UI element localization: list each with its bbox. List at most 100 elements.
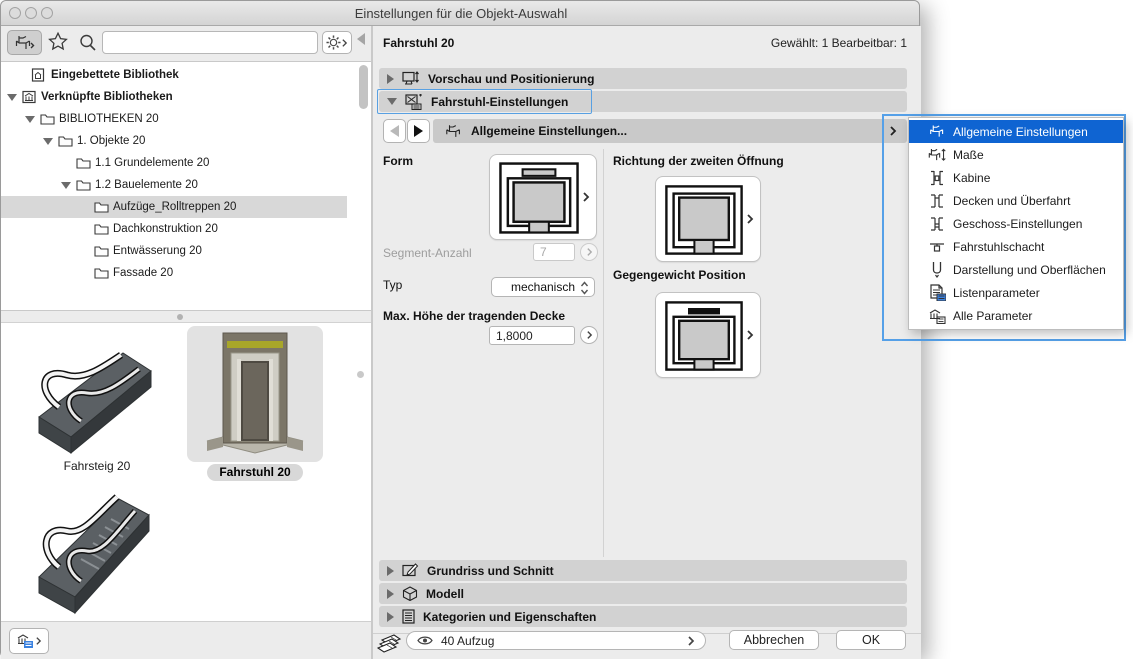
search-button[interactable] bbox=[78, 33, 98, 58]
chevron-right-icon bbox=[746, 329, 754, 341]
tree-scrollbar-thumb[interactable] bbox=[359, 65, 368, 109]
tree-item-dachkonstruktion-20[interactable]: Dachkonstruktion 20 bbox=[1, 218, 347, 240]
shaft-icon bbox=[927, 240, 947, 254]
menu-item-darstellung-oberflaechen[interactable]: Darstellung und Oberflächen bbox=[909, 258, 1123, 281]
chevron-right-icon bbox=[889, 125, 897, 137]
preview-positioning-icon bbox=[402, 71, 420, 86]
search-icon bbox=[78, 33, 98, 53]
tab-pages-menu: Allgemeine Einstellungen Maße Kabine Dec… bbox=[908, 117, 1124, 330]
fahrsteig-preview-image bbox=[19, 329, 175, 459]
fahrstuhl-preview-image bbox=[199, 329, 311, 459]
selection-status: Gewählt: 1 Bearbeitbar: 1 bbox=[771, 36, 907, 50]
segment-count-expand-button[interactable] bbox=[580, 243, 598, 261]
section-modell[interactable]: Modell bbox=[379, 583, 907, 604]
segment-count-field[interactable]: 7 bbox=[533, 243, 575, 261]
cancel-button[interactable]: Abbrechen bbox=[729, 630, 819, 650]
elevator-plan-icon bbox=[664, 183, 744, 257]
selected-object-name: Fahrstuhl 20 bbox=[383, 36, 454, 50]
folder-icon bbox=[94, 200, 109, 213]
folder-icon bbox=[76, 156, 91, 169]
max-hoehe-field[interactable]: 1,8000 bbox=[489, 326, 575, 345]
tree-item-aufzuege-rolltreppen-20[interactable]: Aufzüge_Rolltreppen 20 bbox=[1, 196, 347, 218]
section-vorschau-positionierung[interactable]: Vorschau und Positionierung bbox=[379, 68, 907, 89]
settings-panel: Fahrstuhl 20 Gewählt: 1 Bearbeitbar: 1 V… bbox=[373, 26, 921, 659]
titlebar[interactable]: Einstellungen für die Objekt-Auswahl bbox=[1, 1, 919, 26]
dropdown-stepper-icon bbox=[580, 281, 589, 298]
search-input[interactable] bbox=[102, 31, 318, 54]
layer-dropdown[interactable]: 40 Aufzug bbox=[406, 631, 706, 650]
counterweight-position-label: Gegengewicht Position bbox=[613, 268, 746, 282]
second-opening-label: Richtung der zweiten Öffnung bbox=[613, 154, 784, 168]
object-thumbnail-list: Fahrsteig 20 Fahrstuhl 20 bbox=[1, 323, 371, 646]
form-shape-picker[interactable] bbox=[489, 154, 597, 240]
disclosure-closed-icon bbox=[387, 612, 394, 622]
menu-item-allgemeine-einstellungen[interactable]: Allgemeine Einstellungen bbox=[909, 120, 1123, 143]
tree-item-bibliotheken-20[interactable]: BIBLIOTHEKEN 20 bbox=[1, 108, 347, 130]
elevator-plan-icon bbox=[498, 161, 580, 235]
disclosure-open-icon[interactable] bbox=[7, 94, 17, 101]
library-tree: Eingebettete Bibliothek Verknüpfte Bibli… bbox=[1, 61, 371, 311]
chevron-right-icon bbox=[582, 191, 590, 203]
counterweight-position-picker[interactable] bbox=[655, 292, 761, 378]
eye-icon bbox=[417, 635, 433, 646]
favorites-button[interactable] bbox=[47, 31, 69, 58]
type-dropdown[interactable]: mechanisch bbox=[491, 277, 595, 297]
menu-item-geschoss-einstellungen[interactable]: Geschoss-Einstellungen bbox=[909, 212, 1123, 235]
disclosure-closed-icon bbox=[387, 589, 394, 599]
disclosure-closed-icon bbox=[387, 566, 394, 576]
story-settings-icon bbox=[927, 216, 947, 232]
slab-headroom-icon bbox=[927, 193, 947, 209]
object-view-mode-button[interactable] bbox=[7, 30, 42, 55]
disclosure-open-icon[interactable] bbox=[43, 138, 53, 145]
tree-item-bauelemente-20[interactable]: 1.2 Bauelemente 20 bbox=[1, 174, 347, 196]
chevron-right-icon bbox=[746, 213, 754, 225]
form-label: Form bbox=[383, 154, 413, 168]
thumbnail-label-selected: Fahrstuhl 20 bbox=[207, 464, 303, 481]
model-cube-icon bbox=[402, 586, 418, 601]
collapse-panel-icon[interactable] bbox=[357, 33, 365, 45]
chevron-right-icon bbox=[586, 247, 593, 257]
display-surfaces-icon bbox=[927, 261, 947, 278]
tab-back-button[interactable] bbox=[383, 119, 406, 143]
tab-page-current-label: Allgemeine Einstellungen... bbox=[471, 124, 627, 138]
tab-page-selector[interactable]: Allgemeine Einstellungen... bbox=[433, 119, 907, 143]
segment-count-label: Segment-Anzahl bbox=[383, 246, 472, 260]
library-footer-bar bbox=[1, 621, 371, 659]
section-kategorien-eigenschaften[interactable]: Kategorien und Eigenschaften bbox=[379, 606, 907, 627]
tree-item-linked-libraries[interactable]: Verknüpfte Bibliotheken bbox=[1, 86, 347, 108]
tree-item-grundelemente-20[interactable]: 1.1 Grundelemente 20 bbox=[1, 152, 347, 174]
panel-splitter[interactable] bbox=[1, 311, 371, 323]
tree-item-entwaesserung-20[interactable]: Entwässerung 20 bbox=[1, 240, 347, 262]
tree-item-objekte-20[interactable]: 1. Objekte 20 bbox=[1, 130, 347, 152]
disclosure-open-icon[interactable] bbox=[25, 116, 35, 123]
menu-item-listenparameter[interactable]: Listenparameter bbox=[909, 281, 1123, 304]
dimensions-icon bbox=[927, 147, 947, 163]
gear-icon bbox=[326, 35, 341, 50]
tab-forward-button[interactable] bbox=[407, 119, 430, 143]
folder-icon bbox=[76, 178, 91, 191]
second-opening-picker[interactable] bbox=[655, 176, 761, 262]
back-arrow-icon bbox=[390, 125, 399, 137]
type-label: Typ bbox=[383, 278, 402, 292]
window-title: Einstellungen für die Objekt-Auswahl bbox=[1, 6, 921, 21]
menu-item-kabine[interactable]: Kabine bbox=[909, 166, 1123, 189]
menu-item-masse[interactable]: Maße bbox=[909, 143, 1123, 166]
menu-item-fahrstuhlschacht[interactable]: Fahrstuhlschacht bbox=[909, 235, 1123, 258]
max-hoehe-expand-button[interactable] bbox=[580, 326, 598, 344]
menu-item-alle-parameter[interactable]: Alle Parameter bbox=[909, 304, 1123, 327]
menu-item-decken-ueberfahrt[interactable]: Decken und Überfahrt bbox=[909, 189, 1123, 212]
section-grundriss-schnitt[interactable]: Grundriss und Schnitt bbox=[379, 560, 907, 581]
tree-scrollbar[interactable] bbox=[359, 65, 368, 309]
linked-libraries-icon bbox=[22, 90, 36, 104]
tree-item-fassade-20[interactable]: Fassade 20 bbox=[1, 262, 347, 284]
tree-item-embedded-library[interactable]: Eingebettete Bibliothek bbox=[1, 64, 347, 86]
settings-menu-button[interactable] bbox=[322, 31, 352, 54]
floorplan-section-icon bbox=[402, 563, 419, 578]
ok-button[interactable]: OK bbox=[836, 630, 906, 650]
thumbnails-scroll-indicator[interactable] bbox=[357, 371, 364, 378]
library-manager-button[interactable] bbox=[9, 628, 49, 654]
chevron-right-icon bbox=[687, 635, 695, 647]
browser-toolbar bbox=[1, 26, 371, 61]
disclosure-open-icon[interactable] bbox=[61, 182, 71, 189]
embedded-library-icon bbox=[31, 68, 45, 82]
